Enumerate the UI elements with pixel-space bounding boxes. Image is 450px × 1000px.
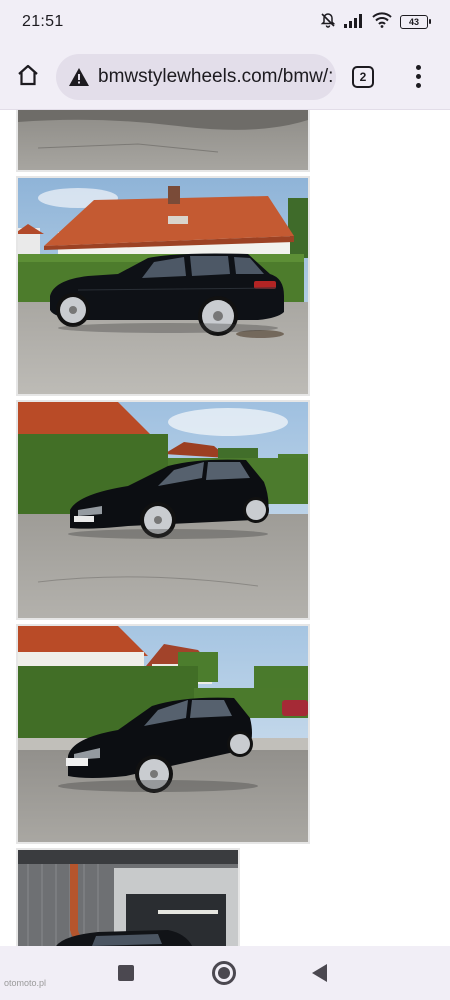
battery-icon: 43: [400, 15, 431, 29]
home-icon: [16, 63, 40, 91]
more-menu-button[interactable]: [406, 57, 430, 97]
home-circle-icon[interactable]: [212, 961, 236, 985]
recents-square-icon[interactable]: [118, 965, 134, 981]
not-secure-warning-icon[interactable]: [64, 67, 94, 87]
signal-icon: [344, 13, 364, 32]
gallery-photo-5[interactable]: [16, 848, 240, 946]
wifi-icon: [372, 12, 392, 32]
page-content[interactable]: [0, 110, 450, 946]
gallery-photo-2[interactable]: [16, 176, 310, 396]
gallery-photo-4[interactable]: [16, 624, 310, 844]
gallery-photo-3[interactable]: [16, 400, 310, 620]
status-time: 21:51: [22, 13, 64, 30]
status-icons: 43: [320, 12, 431, 32]
url-text: bmwstylewheels.com/bmw/:: [98, 65, 334, 87]
browser-toolbar: bmwstylewheels.com/bmw/: 2: [0, 44, 450, 110]
gallery-photo-1[interactable]: [16, 110, 310, 172]
home-button[interactable]: [0, 44, 56, 110]
status-bar: 21:51 43: [0, 0, 450, 44]
system-nav-bar: [0, 946, 450, 1000]
more-vert-icon: [415, 65, 421, 70]
tabs-button[interactable]: 2: [352, 65, 374, 88]
watermark: otomoto.pl: [4, 978, 47, 988]
address-bar[interactable]: bmwstylewheels.com/bmw/:: [56, 53, 336, 100]
back-triangle-icon[interactable]: [312, 964, 327, 982]
mute-bell-icon: [320, 12, 336, 32]
